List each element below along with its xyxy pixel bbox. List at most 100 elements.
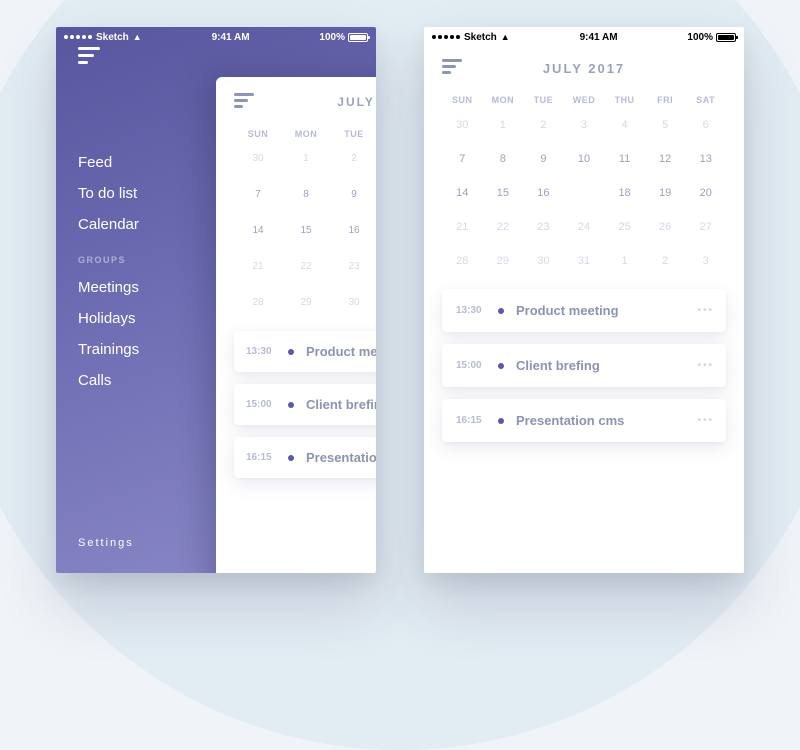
day-cell[interactable]: 30	[234, 149, 282, 169]
day-cell[interactable]: 23	[523, 217, 564, 237]
signal-dots-icon	[432, 35, 460, 39]
nav-item-calendar[interactable]: Calendar	[78, 216, 216, 233]
day-cell[interactable]: 16	[523, 183, 564, 203]
day-cell[interactable]: 5	[645, 115, 686, 135]
day-cell[interactable]: 7	[234, 185, 282, 205]
day-cell[interactable]: 30	[330, 293, 376, 313]
event-card[interactable]: 13:30 Product meeting •••	[442, 289, 726, 332]
event-list: 13:30Product meeting•••15:00Client brefi…	[442, 289, 726, 452]
event-card[interactable]: 13:30Product meeting	[234, 331, 376, 372]
weekday-label: TUE	[523, 95, 564, 105]
day-cell[interactable]: 2	[645, 251, 686, 271]
day-cell[interactable]: 20	[685, 183, 726, 203]
day-cell[interactable]: 16	[330, 221, 376, 241]
day-cell[interactable]: 23	[330, 257, 376, 277]
battery-icon	[348, 33, 368, 42]
weekday-row: SUNMONTUEWED	[234, 129, 376, 139]
more-icon[interactable]: •••	[697, 305, 714, 316]
event-time: 16:15	[246, 452, 276, 463]
calendar-panel: JULY 2017 SUNMONTUEWEDTHUFRISAT 30123456…	[424, 47, 744, 573]
day-cell[interactable]: 1	[604, 251, 645, 271]
day-cell[interactable]: 26	[645, 217, 686, 237]
wifi-icon: ▲	[501, 32, 510, 42]
day-cell[interactable]: 27	[685, 217, 726, 237]
day-cell[interactable]: 10	[564, 149, 605, 169]
day-cell[interactable]: 4	[604, 115, 645, 135]
wifi-icon: ▲	[133, 32, 142, 42]
day-cell[interactable]: 29	[483, 251, 524, 271]
day-cell[interactable]: 3	[685, 251, 726, 271]
group-item-holidays[interactable]: Holidays	[78, 310, 216, 327]
group-item-meetings[interactable]: Meetings	[78, 279, 216, 296]
day-cell[interactable]: 31	[564, 251, 605, 271]
day-cell[interactable]: 15	[483, 183, 524, 203]
event-card[interactable]: 16:15Presentation cms	[234, 437, 376, 478]
day-cell[interactable]: 19	[645, 183, 686, 203]
event-time: 15:00	[456, 360, 486, 371]
signal-dots-icon	[64, 35, 92, 39]
phone-drawer-open: Sketch ▲ 9:41 AM 100% FeedTo do listCale…	[56, 27, 376, 573]
more-icon[interactable]: •••	[697, 360, 714, 371]
day-cell[interactable]: 21	[234, 257, 282, 277]
group-item-calls[interactable]: Calls	[78, 372, 216, 389]
event-card[interactable]: 16:15Presentation cms•••	[442, 399, 726, 442]
more-icon[interactable]: •••	[697, 415, 714, 426]
day-cell[interactable]: 14	[234, 221, 282, 241]
status-bar: Sketch ▲ 9:41 AM 100%	[424, 27, 744, 47]
day-cell[interactable]: 18	[604, 183, 645, 203]
weekday-label: SUN	[234, 129, 282, 139]
carrier-label: Sketch	[464, 32, 497, 43]
weekday-row: SUNMONTUEWEDTHUFRISAT	[442, 95, 726, 105]
day-cell[interactable]: 7	[442, 149, 483, 169]
day-cell[interactable]: 28	[442, 251, 483, 271]
day-cell[interactable]: 30	[523, 251, 564, 271]
event-dot-icon	[288, 455, 294, 461]
day-cell[interactable]: 17	[564, 183, 605, 203]
day-cell[interactable]: 14	[442, 183, 483, 203]
menu-icon[interactable]	[78, 47, 100, 64]
day-cell[interactable]: 9	[330, 185, 376, 205]
event-card[interactable]: 15:00Client brefing•••	[442, 344, 726, 387]
day-cell[interactable]: 29	[282, 293, 330, 313]
event-dot-icon	[288, 349, 294, 355]
calendar-grid: 3012345678910111213141516171819202122232…	[442, 115, 726, 271]
calendar-card-shifted: JULY 2017 SUNMONTUEWED 30123789101415161…	[216, 77, 376, 573]
menu-icon[interactable]	[442, 59, 462, 77]
day-cell[interactable]: 22	[282, 257, 330, 277]
day-cell[interactable]: 3	[564, 115, 605, 135]
day-cell[interactable]: 13	[685, 149, 726, 169]
weekday-label: MON	[483, 95, 524, 105]
day-cell[interactable]: 1	[483, 115, 524, 135]
day-cell[interactable]: 1	[282, 149, 330, 169]
day-cell[interactable]: 2	[523, 115, 564, 135]
menu-icon[interactable]	[234, 93, 254, 111]
nav-item-feed[interactable]: Feed	[78, 154, 216, 171]
settings-link[interactable]: Settings	[78, 537, 134, 549]
weekday-label: TUE	[330, 129, 376, 139]
day-cell[interactable]: 8	[282, 185, 330, 205]
day-cell[interactable]: 9	[523, 149, 564, 169]
day-cell[interactable]: 6	[685, 115, 726, 135]
day-cell[interactable]: 30	[442, 115, 483, 135]
day-cell[interactable]: 8	[483, 149, 524, 169]
event-title: Presentation cms	[516, 413, 624, 428]
day-cell[interactable]: 12	[645, 149, 686, 169]
event-card[interactable]: 15:00Client brefing	[234, 384, 376, 425]
group-item-trainings[interactable]: Trainings	[78, 341, 216, 358]
event-title: Product meeting	[516, 303, 619, 318]
nav-item-to-do-list[interactable]: To do list	[78, 185, 216, 202]
day-cell[interactable]: 2	[330, 149, 376, 169]
event-time: 13:30	[456, 305, 486, 316]
day-cell[interactable]: 25	[604, 217, 645, 237]
day-cell[interactable]: 11	[604, 149, 645, 169]
day-cell[interactable]: 15	[282, 221, 330, 241]
weekday-label: SAT	[685, 95, 726, 105]
weekday-label: MON	[282, 129, 330, 139]
day-cell[interactable]: 28	[234, 293, 282, 313]
calendar-month-title: JULY 2017	[462, 61, 706, 76]
battery-icon	[716, 33, 736, 42]
day-cell[interactable]: 21	[442, 217, 483, 237]
day-cell[interactable]: 22	[483, 217, 524, 237]
event-time: 15:00	[246, 399, 276, 410]
day-cell[interactable]: 24	[564, 217, 605, 237]
